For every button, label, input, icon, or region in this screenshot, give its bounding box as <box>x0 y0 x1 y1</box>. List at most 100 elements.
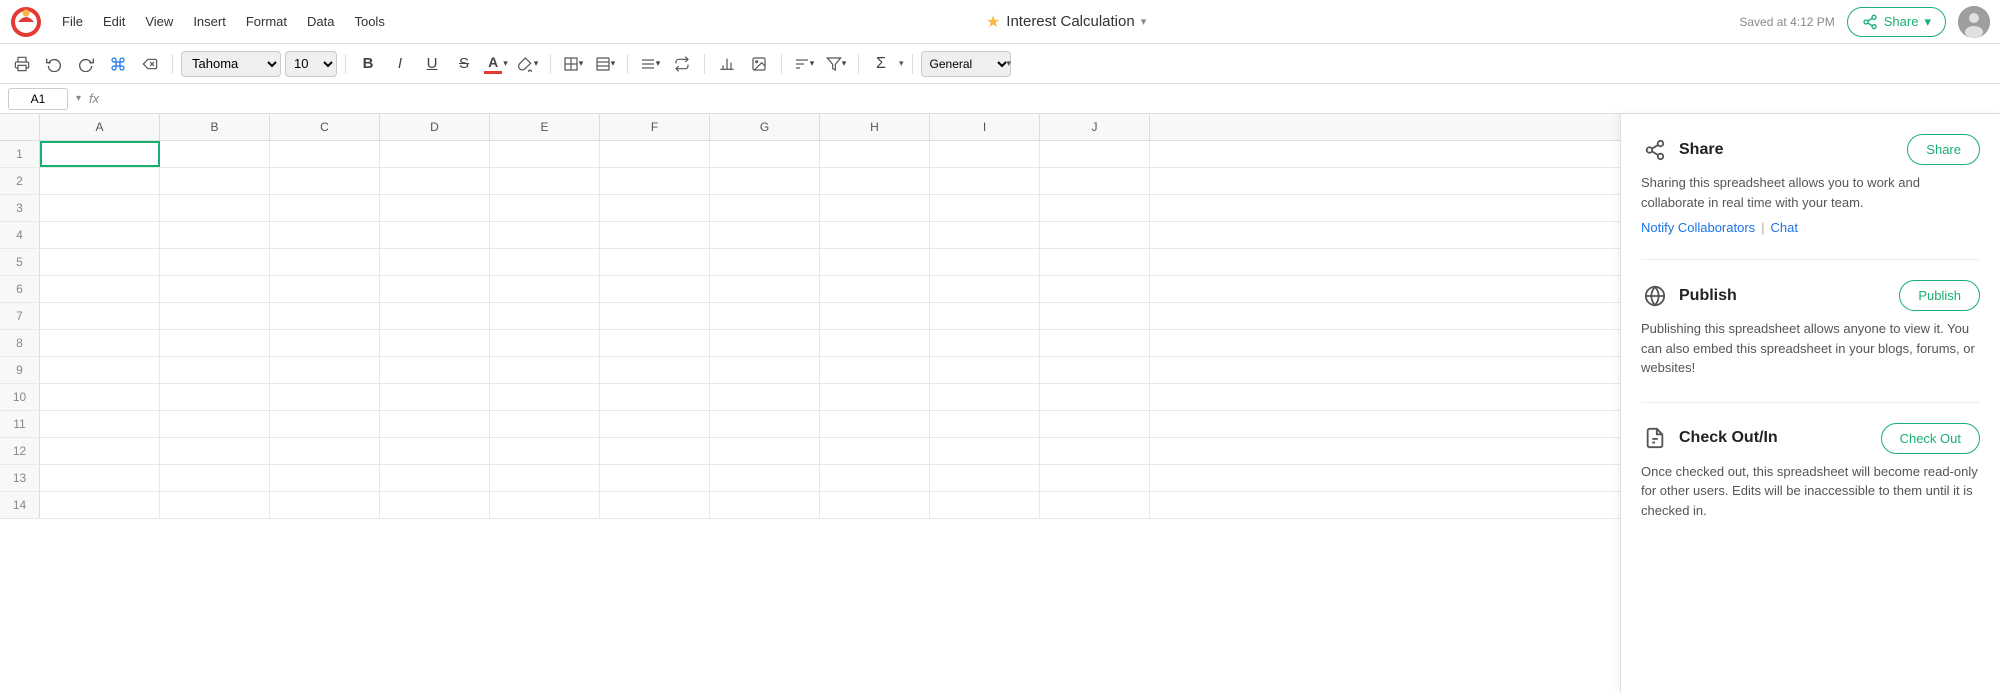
chart-button[interactable] <box>713 50 741 78</box>
cell-d7[interactable] <box>380 303 490 329</box>
cell-j11[interactable] <box>1040 411 1150 437</box>
bold-button[interactable]: B <box>354 50 382 78</box>
cell-b1[interactable] <box>160 141 270 167</box>
fill-color-button[interactable]: ▾ <box>514 50 542 78</box>
cell-b7[interactable] <box>160 303 270 329</box>
cell-b5[interactable] <box>160 249 270 275</box>
cell-e11[interactable] <box>490 411 600 437</box>
cell-a3[interactable] <box>40 195 160 221</box>
cell-h14[interactable] <box>820 492 930 518</box>
cell-f3[interactable] <box>600 195 710 221</box>
cell-h4[interactable] <box>820 222 930 248</box>
cell-d3[interactable] <box>380 195 490 221</box>
text-color-button[interactable]: A ▾ <box>482 50 510 78</box>
cell-a10[interactable] <box>40 384 160 410</box>
cell-i10[interactable] <box>930 384 1040 410</box>
cell-j9[interactable] <box>1040 357 1150 383</box>
cell-d1[interactable] <box>380 141 490 167</box>
cell-i9[interactable] <box>930 357 1040 383</box>
cell-i3[interactable] <box>930 195 1040 221</box>
cell-d6[interactable] <box>380 276 490 302</box>
cell-g13[interactable] <box>710 465 820 491</box>
cell-g5[interactable] <box>710 249 820 275</box>
align-button[interactable]: ▾ <box>636 50 664 78</box>
cell-c2[interactable] <box>270 168 380 194</box>
cell-g11[interactable] <box>710 411 820 437</box>
merge-button[interactable]: ▾ <box>591 50 619 78</box>
title-chevron-icon[interactable]: ▾ <box>1141 15 1147 28</box>
cell-g9[interactable] <box>710 357 820 383</box>
menu-file[interactable]: File <box>54 10 91 33</box>
sum-button[interactable]: Σ <box>867 50 895 78</box>
cell-b3[interactable] <box>160 195 270 221</box>
cell-i2[interactable] <box>930 168 1040 194</box>
cell-c3[interactable] <box>270 195 380 221</box>
cell-g3[interactable] <box>710 195 820 221</box>
cell-h9[interactable] <box>820 357 930 383</box>
cell-g1[interactable] <box>710 141 820 167</box>
cell-i1[interactable] <box>930 141 1040 167</box>
formula-input[interactable] <box>107 88 1992 110</box>
top-share-button[interactable]: Share ▾ <box>1847 7 1946 37</box>
cell-b13[interactable] <box>160 465 270 491</box>
cell-h11[interactable] <box>820 411 930 437</box>
sort-button[interactable]: ▾ <box>790 50 818 78</box>
cell-f1[interactable] <box>600 141 710 167</box>
menu-tools[interactable]: Tools <box>346 10 392 33</box>
cell-g4[interactable] <box>710 222 820 248</box>
cell-c7[interactable] <box>270 303 380 329</box>
panel-checkout-button[interactable]: Check Out <box>1881 423 1980 454</box>
cell-f13[interactable] <box>600 465 710 491</box>
undo-button[interactable] <box>40 50 68 78</box>
italic-button[interactable]: I <box>386 50 414 78</box>
cell-f7[interactable] <box>600 303 710 329</box>
menu-edit[interactable]: Edit <box>95 10 133 33</box>
cell-e5[interactable] <box>490 249 600 275</box>
cell-i5[interactable] <box>930 249 1040 275</box>
cell-j7[interactable] <box>1040 303 1150 329</box>
cell-j14[interactable] <box>1040 492 1150 518</box>
cell-g2[interactable] <box>710 168 820 194</box>
cell-f14[interactable] <box>600 492 710 518</box>
menu-view[interactable]: View <box>137 10 181 33</box>
cell-a5[interactable] <box>40 249 160 275</box>
font-size-select[interactable]: 10 <box>285 51 337 77</box>
cell-i11[interactable] <box>930 411 1040 437</box>
underline-button[interactable]: U <box>418 50 446 78</box>
cell-a7[interactable] <box>40 303 160 329</box>
cell-c8[interactable] <box>270 330 380 356</box>
cell-h6[interactable] <box>820 276 930 302</box>
cell-h3[interactable] <box>820 195 930 221</box>
cell-j10[interactable] <box>1040 384 1150 410</box>
cell-h1[interactable] <box>820 141 930 167</box>
cell-c5[interactable] <box>270 249 380 275</box>
menu-format[interactable]: Format <box>238 10 295 33</box>
cell-j4[interactable] <box>1040 222 1150 248</box>
cell-e8[interactable] <box>490 330 600 356</box>
cell-a1[interactable] <box>40 141 160 167</box>
cell-f9[interactable] <box>600 357 710 383</box>
cell-d5[interactable] <box>380 249 490 275</box>
cell-i4[interactable] <box>930 222 1040 248</box>
menu-data[interactable]: Data <box>299 10 342 33</box>
notify-collaborators-link[interactable]: Notify Collaborators <box>1641 220 1755 235</box>
cell-g7[interactable] <box>710 303 820 329</box>
cell-d10[interactable] <box>380 384 490 410</box>
redo-button[interactable] <box>72 50 100 78</box>
number-format-select[interactable]: General <box>921 51 1011 77</box>
cell-j1[interactable] <box>1040 141 1150 167</box>
clear-button[interactable] <box>136 50 164 78</box>
cell-j13[interactable] <box>1040 465 1150 491</box>
cell-j6[interactable] <box>1040 276 1150 302</box>
image-button[interactable] <box>745 50 773 78</box>
cell-c13[interactable] <box>270 465 380 491</box>
cell-i7[interactable] <box>930 303 1040 329</box>
cell-f10[interactable] <box>600 384 710 410</box>
cell-e13[interactable] <box>490 465 600 491</box>
panel-publish-button[interactable]: Publish <box>1899 280 1980 311</box>
cell-a6[interactable] <box>40 276 160 302</box>
cell-h5[interactable] <box>820 249 930 275</box>
cell-e2[interactable] <box>490 168 600 194</box>
cell-d13[interactable] <box>380 465 490 491</box>
cell-c10[interactable] <box>270 384 380 410</box>
